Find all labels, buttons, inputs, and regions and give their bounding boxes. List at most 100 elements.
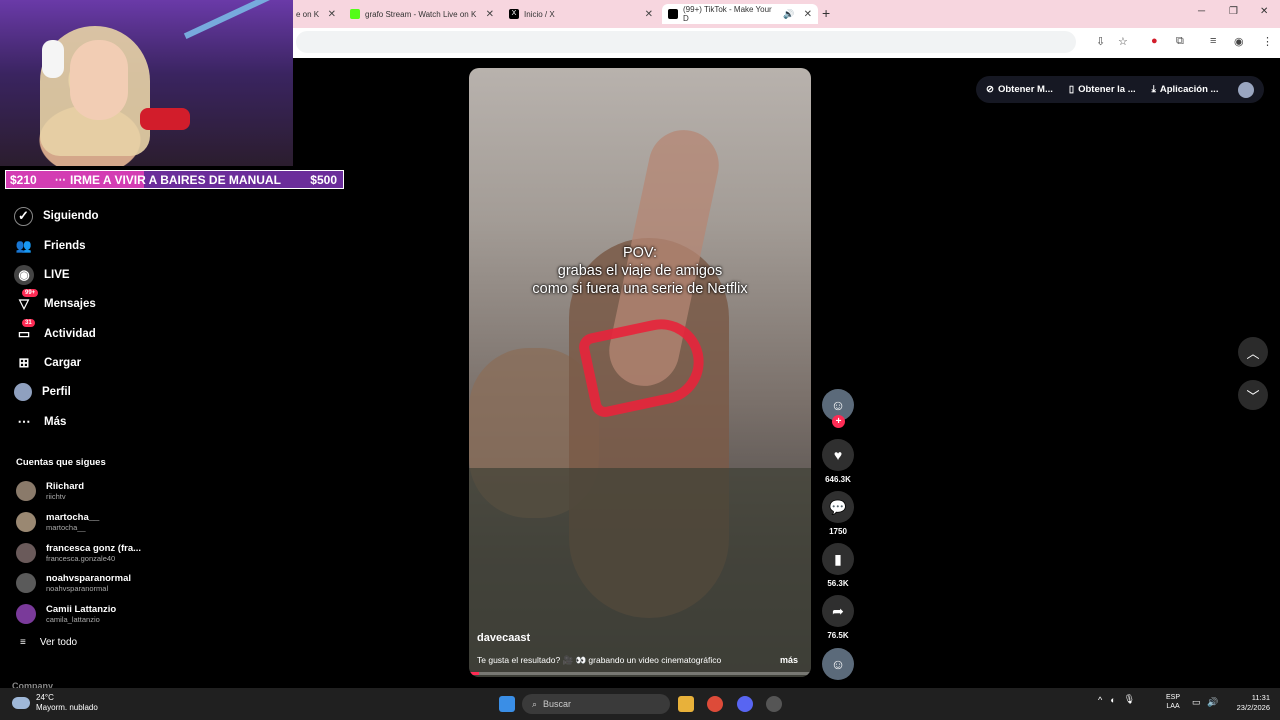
window-close-icon[interactable]: ✕	[1260, 6, 1268, 17]
activity-badge: 31	[22, 319, 35, 327]
file-explorer-icon[interactable]	[678, 696, 694, 712]
bookmark-icon: ▮	[822, 543, 854, 575]
language-code: ESP	[1166, 694, 1181, 701]
url-input[interactable]	[296, 31, 1076, 53]
like-button[interactable]: ♥ 646.3K	[822, 439, 854, 484]
app-icon[interactable]	[766, 696, 782, 712]
avatar	[16, 543, 36, 563]
see-all-button[interactable]: ≡ Ver todo	[20, 637, 77, 648]
sidebar-item-friends[interactable]: 👥 Friends	[14, 235, 86, 257]
tab-label: Inicio / X	[524, 9, 555, 19]
messages-badge: 99+	[22, 289, 39, 297]
clock[interactable]: 11:31 23/2/2026	[1225, 693, 1270, 713]
video-caption: POV: grabas el viaje de amigos como si f…	[469, 244, 811, 298]
discord-icon[interactable]	[737, 696, 753, 712]
avatar	[16, 573, 36, 593]
account-item[interactable]: francesca gonz (fra... francesca.gonzale…	[16, 541, 141, 565]
new-tab-button[interactable]: +	[822, 5, 830, 21]
sidebar-item-label: LIVE	[44, 269, 70, 281]
time: 11:31	[1251, 693, 1270, 702]
previous-video-button[interactable]: ︿	[1238, 337, 1268, 367]
more-button[interactable]: más	[780, 655, 798, 665]
activity-icon: ▭ 31	[14, 319, 35, 344]
desktop-app-button[interactable]: ⤓ Aplicación ...	[1152, 84, 1219, 95]
search-icon: ⌕	[532, 698, 538, 709]
sidebar-item-activity[interactable]: ▭ 31 Actividad	[14, 319, 96, 345]
sidebar-item-following[interactable]: ✓ Siguiendo	[14, 205, 99, 227]
sidebar-item-label: Siguiendo	[43, 210, 99, 222]
bookmark-star-icon[interactable]: ☆	[1118, 35, 1128, 48]
follow-plus-icon[interactable]: +	[832, 415, 845, 428]
account-item[interactable]: martocha__ martocha__	[16, 510, 99, 534]
chevron-up-icon[interactable]: ^	[1098, 695, 1102, 705]
video-player[interactable]: POV: grabas el viaje de amigos como si f…	[469, 68, 811, 677]
tab-x[interactable]: X Inicio / X ✕	[503, 4, 659, 24]
network-icon[interactable]: ◐	[1110, 695, 1115, 705]
comment-button[interactable]: 💬 1750	[822, 491, 854, 536]
comment-count: 1750	[829, 527, 847, 536]
account-name: francesca gonz (fra...	[46, 543, 142, 554]
tab-kick-stream[interactable]: grafo Stream - Watch Live on K ✕	[344, 4, 500, 24]
music-disc-icon: ☺	[822, 648, 854, 680]
speaker-icon[interactable]: 🔊	[783, 9, 794, 20]
sidebar-item-upload[interactable]: ⊞ Cargar	[14, 352, 82, 374]
sidebar-item-live[interactable]: ◉ LIVE	[14, 264, 70, 286]
account-item[interactable]: Riichard riichtv	[16, 479, 84, 503]
weather-widget[interactable]: 24°C Mayorm. nublado	[12, 693, 98, 713]
chrome-icon[interactable]	[707, 696, 723, 712]
like-count: 646.3K	[825, 475, 851, 484]
reading-list-icon[interactable]: ≡	[1210, 35, 1216, 47]
tab-kick-1[interactable]: e on K ✕	[290, 4, 342, 24]
minimize-icon[interactable]: ─	[1198, 6, 1205, 17]
goal-target: $500	[310, 172, 337, 187]
coin-icon: ⊘	[986, 84, 994, 95]
video-progress-bar[interactable]	[469, 672, 811, 675]
sidebar-item-label: Mensajes	[44, 298, 96, 310]
extensions-icon[interactable]: ⧉	[1176, 35, 1184, 48]
upload-icon: ⊞	[18, 355, 30, 370]
sidebar-item-profile[interactable]: Perfil	[14, 381, 71, 403]
start-icon[interactable]	[499, 696, 515, 712]
kick-icon	[350, 9, 360, 19]
following-icon: ✓	[14, 206, 33, 226]
opera-icon[interactable]: ●	[1151, 35, 1158, 47]
save-count: 56.3K	[827, 579, 849, 588]
profile-avatar-icon[interactable]: ◉	[1234, 35, 1244, 48]
get-app-button[interactable]: ▯ Obtener la ...	[1069, 84, 1136, 95]
share-count: 76.5K	[827, 631, 849, 640]
x-icon: X	[509, 9, 519, 19]
mic-icon[interactable]: 🎙	[1124, 694, 1135, 705]
menu-icon[interactable]: ⋮	[1262, 35, 1273, 48]
display-icon[interactable]: ▭	[1192, 697, 1201, 708]
account-handle: martocha__	[46, 523, 86, 532]
user-avatar[interactable]	[1238, 81, 1254, 98]
account-name: Camii Lattanzio	[46, 604, 117, 615]
tab-label: (99+) TikTok - Make Your D	[683, 5, 772, 23]
chevron-up-icon: ︿	[1246, 345, 1260, 361]
account-name: noahvsparanormal	[46, 573, 131, 584]
get-coins-button[interactable]: ⊘ Obtener M...	[986, 84, 1053, 95]
profile-icon	[14, 383, 32, 401]
sidebar-item-label: Friends	[44, 240, 86, 252]
next-video-button[interactable]: ﹀	[1238, 380, 1268, 410]
volume-icon[interactable]: 🔊	[1207, 697, 1218, 708]
share-button[interactable]: ➦ 76.5K	[822, 595, 854, 640]
close-icon[interactable]: ✕	[486, 9, 494, 20]
save-button[interactable]: ▮ 56.3K	[822, 543, 854, 588]
account-item[interactable]: noahvsparanormal noahvsparanormal	[16, 571, 131, 595]
tab-tiktok[interactable]: (99+) TikTok - Make Your D 🔊 ✕	[662, 4, 818, 24]
maximize-icon[interactable]: ❐	[1229, 6, 1238, 17]
video-author[interactable]: davecaast	[477, 632, 530, 644]
close-icon[interactable]: ✕	[328, 9, 336, 20]
sidebar-item-more[interactable]: ⋯ Más	[14, 411, 67, 433]
see-all-label: Ver todo	[39, 637, 78, 648]
sidebar-item-messages[interactable]: ▽ 99+ Mensajes	[14, 289, 96, 315]
taskbar-search[interactable]: ⌕ Buscar	[522, 694, 670, 714]
install-icon[interactable]: ⇩	[1096, 35, 1105, 48]
close-icon[interactable]: ✕	[804, 9, 812, 20]
close-icon[interactable]: ✕	[645, 9, 653, 20]
sidebar-item-label: Perfil	[42, 386, 71, 398]
language-indicator[interactable]: ESP LAA	[1166, 693, 1180, 711]
sound-avatar-button[interactable]: ☺	[822, 648, 854, 680]
account-item[interactable]: Camii Lattanzio camila_lattanzio	[16, 602, 116, 626]
